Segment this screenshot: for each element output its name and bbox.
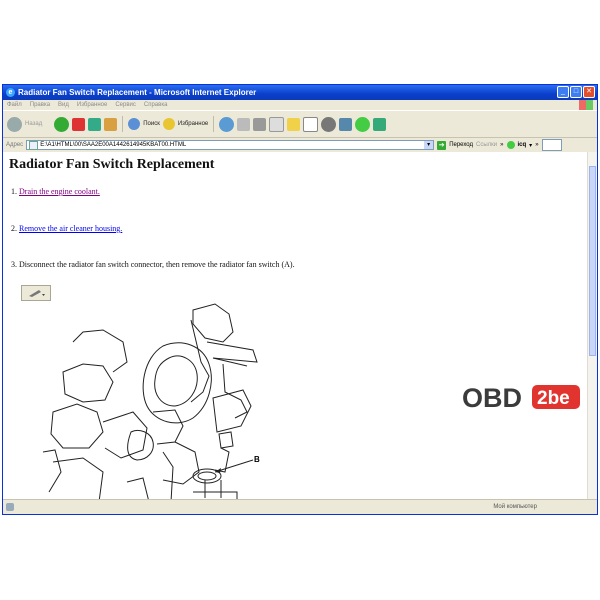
- drain-coolant-link[interactable]: Drain the engine coolant.: [19, 187, 100, 196]
- engine-diagram: B: [43, 303, 260, 499]
- page-title: Radiator Fan Switch Replacement: [9, 157, 215, 172]
- callout-b-label: B: [254, 455, 260, 464]
- tool-icon[interactable]: [373, 117, 387, 131]
- back-icon[interactable]: [7, 116, 22, 132]
- notepad-icon[interactable]: [303, 116, 319, 132]
- stop-icon[interactable]: [72, 117, 86, 131]
- edit-icon[interactable]: [269, 116, 285, 132]
- go-button[interactable]: Переход: [449, 142, 473, 148]
- icq-search-input[interactable]: [541, 139, 562, 151]
- menu-tools[interactable]: Сервис: [115, 102, 136, 108]
- zone-label: Мой компьютер: [493, 504, 537, 510]
- obd2be-watermark: OBD 2be: [462, 383, 580, 411]
- address-bar: Адрес E:\A1\HTML\00\SAA2E00A1442614945KB…: [3, 138, 597, 153]
- step-number: 2.: [11, 224, 17, 233]
- page-status-icon: [6, 503, 14, 511]
- status-bar: Мой компьютер: [3, 499, 597, 514]
- icq-dropdown-icon[interactable]: ▾: [529, 142, 532, 149]
- camera-icon: [29, 290, 45, 297]
- search-label[interactable]: Поиск: [143, 121, 160, 127]
- maximize-button[interactable]: □: [570, 86, 582, 98]
- links-chevron-icon[interactable]: »: [500, 142, 503, 148]
- favorites-label[interactable]: Избранное: [178, 121, 208, 127]
- address-input[interactable]: E:\A1\HTML\00\SAA2E00A1442614945KBAT00.H…: [26, 140, 435, 150]
- favorites-star-icon[interactable]: [162, 118, 175, 130]
- mail-icon[interactable]: [237, 117, 251, 131]
- links-label[interactable]: Ссылки: [476, 142, 497, 148]
- menu-favorites[interactable]: Избранное: [77, 102, 107, 108]
- back-label[interactable]: Назад: [25, 121, 42, 127]
- page-icon: [29, 140, 39, 150]
- watermark-badge: 2be: [537, 388, 570, 409]
- toolbar-chevron-icon[interactable]: »: [535, 142, 538, 148]
- browser-window: e Radiator Fan Switch Replacement - Micr…: [2, 84, 598, 515]
- menu-file[interactable]: Файл: [7, 102, 22, 108]
- search-icon[interactable]: [128, 118, 141, 130]
- icq-icon: [506, 141, 515, 149]
- menu-edit[interactable]: Правка: [30, 102, 50, 108]
- watermark-text: OBD: [462, 383, 522, 411]
- menu-view[interactable]: Вид: [58, 102, 69, 108]
- camera-button[interactable]: [21, 285, 51, 301]
- go-icon[interactable]: ➔: [437, 140, 447, 150]
- minimize-button[interactable]: _: [557, 86, 569, 98]
- forward-icon[interactable]: [54, 116, 70, 132]
- address-label: Адрес: [6, 142, 24, 148]
- step-text: Disconnect the radiator fan switch conne…: [19, 260, 295, 269]
- menu-bar: Файл Правка Вид Избранное Сервис Справка: [3, 100, 597, 110]
- address-value: E:\A1\HTML\00\SAA2E00A1442614945KBAT00.H…: [40, 142, 187, 148]
- page-content: Radiator Fan Switch Replacement 1. Drain…: [3, 152, 588, 499]
- step-2: 2. Remove the air cleaner housing.: [11, 224, 122, 233]
- icq-label[interactable]: icq: [518, 142, 527, 148]
- refresh-icon[interactable]: [88, 117, 102, 131]
- close-button[interactable]: ✕: [583, 86, 595, 98]
- vertical-scrollbar[interactable]: [587, 152, 597, 499]
- step-1: 1. Drain the engine coolant.: [11, 187, 100, 196]
- windows-flag-icon: [579, 100, 593, 110]
- messenger-icon[interactable]: [321, 116, 337, 132]
- window-title: Radiator Fan Switch Replacement - Micros…: [18, 88, 257, 97]
- research-icon[interactable]: [339, 117, 353, 131]
- step-3: 3. Disconnect the radiator fan switch co…: [11, 260, 295, 269]
- remove-air-cleaner-link[interactable]: Remove the air cleaner housing.: [19, 224, 122, 233]
- step-number: 3.: [11, 260, 17, 269]
- toolbar: Назад Поиск Избранное: [3, 110, 597, 138]
- ie-logo-icon: e: [6, 88, 15, 97]
- home-icon[interactable]: [104, 117, 118, 131]
- menu-help[interactable]: Справка: [144, 102, 168, 108]
- address-dropdown-icon[interactable]: ▾: [424, 141, 434, 149]
- media-icon[interactable]: [219, 116, 235, 132]
- scrollbar-thumb[interactable]: [589, 166, 596, 356]
- folder-icon[interactable]: [287, 117, 301, 131]
- icq-flower-icon[interactable]: [355, 116, 371, 132]
- print-icon[interactable]: [253, 117, 267, 131]
- step-number: 1.: [11, 187, 17, 196]
- title-bar: e Radiator Fan Switch Replacement - Micr…: [3, 85, 597, 100]
